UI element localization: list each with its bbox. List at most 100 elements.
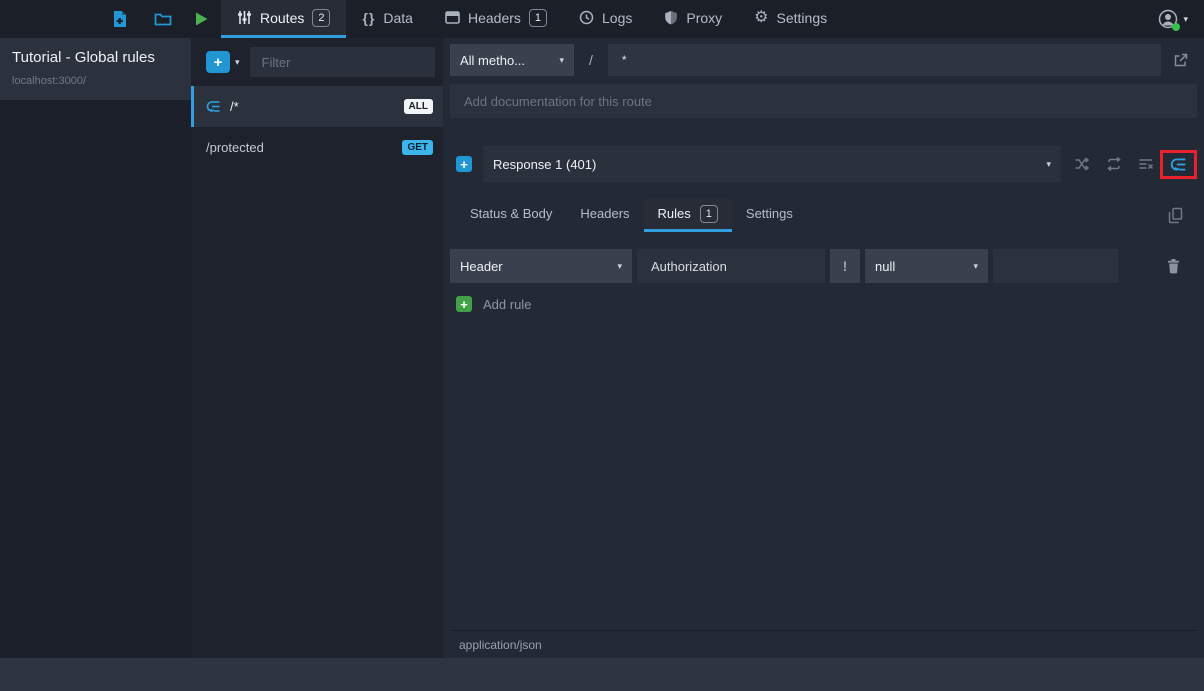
- response-tabs: Status & Body Headers Rules 1 Settings: [450, 198, 1197, 232]
- tab-response-settings-label: Settings: [746, 206, 793, 221]
- avatar: [1158, 9, 1178, 29]
- rule-value-input[interactable]: [993, 249, 1118, 283]
- response-select[interactable]: Response 1 (401) ▾: [483, 146, 1061, 182]
- trash-icon: [1166, 258, 1181, 274]
- sequential-response-button[interactable]: [1102, 152, 1126, 176]
- route-item-wildcard[interactable]: /* ALL: [191, 86, 443, 127]
- tab-routes-label: Routes: [260, 10, 304, 26]
- copy-response-button[interactable]: [1168, 207, 1183, 224]
- tab-logs-label: Logs: [602, 10, 632, 26]
- external-link-icon: [1173, 52, 1189, 68]
- add-rule-button[interactable]: +: [456, 296, 472, 312]
- documentation-row: [450, 84, 1197, 118]
- routes-count-badge: 2: [312, 9, 330, 27]
- routes-header: + ▾: [191, 38, 443, 86]
- tab-status-body[interactable]: Status & Body: [456, 198, 566, 232]
- new-environment-button[interactable]: [112, 10, 128, 28]
- add-response-button[interactable]: +: [456, 156, 472, 172]
- tab-status-body-label: Status & Body: [470, 206, 552, 221]
- chevron-down-icon: ▾: [559, 56, 564, 65]
- account-menu[interactable]: ▾: [1158, 0, 1188, 38]
- headers-count-badge: 1: [529, 9, 547, 27]
- headers-card-icon: [445, 11, 460, 24]
- routes-panel: + ▾ /* ALL /protected GET: [191, 38, 443, 658]
- editor-status-bar: application/json: [450, 630, 1197, 658]
- response-mode-buttons: [1070, 152, 1158, 176]
- rule-target-select[interactable]: Header ▾: [450, 249, 632, 283]
- route-documentation-input[interactable]: [450, 84, 1197, 118]
- route-editor-inner: All metho... ▾ / + Response 1 (401): [443, 38, 1204, 658]
- routes-sliders-icon: [237, 10, 252, 25]
- method-select-value: All metho...: [460, 53, 525, 68]
- route-method-badge: ALL: [404, 99, 433, 114]
- tab-routes[interactable]: Routes 2: [221, 0, 346, 38]
- route-editor: All metho... ▾ / + Response 1 (401): [443, 38, 1204, 658]
- path-separator: /: [589, 52, 593, 68]
- rule-operator-select[interactable]: null ▾: [865, 249, 988, 283]
- tab-headers-label: Headers: [468, 10, 521, 26]
- tab-data-label: Data: [383, 10, 413, 26]
- tab-proxy[interactable]: Proxy: [648, 0, 738, 38]
- start-server-button[interactable]: [194, 0, 209, 38]
- tab-rules[interactable]: Rules 1: [644, 198, 732, 232]
- environments-sidebar: Tutorial - Global rules localhost:3000/: [0, 38, 191, 658]
- rule-modifier-input[interactable]: [637, 249, 825, 283]
- tab-response-headers[interactable]: Headers: [566, 198, 643, 232]
- open-environment-button[interactable]: [154, 11, 172, 27]
- disable-rules-button[interactable]: [1134, 152, 1158, 176]
- folder-icon: [154, 11, 172, 27]
- tab-response-headers-label: Headers: [580, 206, 629, 221]
- add-route-button[interactable]: +: [206, 51, 230, 73]
- app-footer: [0, 658, 1204, 691]
- add-rule-row: + Add rule: [450, 296, 1197, 312]
- online-status-dot: [1172, 23, 1180, 31]
- new-file-icon: [112, 10, 128, 28]
- history-icon: [579, 10, 594, 25]
- tab-headers[interactable]: Headers 1: [429, 0, 563, 38]
- environment-item[interactable]: Tutorial - Global rules localhost:3000/: [0, 38, 191, 100]
- main-tabs: Routes 2 {} Data Headers 1 Logs Proxy: [221, 0, 843, 38]
- tab-rules-label: Rules: [658, 206, 691, 221]
- route-rules-icon: [206, 100, 221, 113]
- random-response-button[interactable]: [1070, 152, 1094, 176]
- tab-response-settings[interactable]: Settings: [732, 198, 807, 232]
- app-body: Tutorial - Global rules localhost:3000/ …: [0, 38, 1204, 658]
- play-icon: [194, 11, 209, 27]
- shuffle-icon: [1074, 156, 1090, 172]
- editor-empty-area: [450, 312, 1197, 630]
- route-path: /protected: [206, 140, 264, 155]
- tab-settings-label: Settings: [777, 10, 828, 26]
- chevron-down-icon: ▾: [617, 262, 622, 271]
- open-in-browser-button[interactable]: [1165, 52, 1197, 68]
- delete-rule-button[interactable]: [1166, 258, 1181, 274]
- repeat-icon: [1106, 156, 1122, 172]
- gear-icon: ⚙: [754, 10, 768, 26]
- rules-count-badge: 1: [700, 205, 718, 223]
- shield-icon: [664, 10, 678, 25]
- content-type-label: application/json: [459, 638, 542, 652]
- chevron-down-icon: ▾: [1046, 160, 1051, 169]
- rule-target-value: Header: [460, 259, 503, 274]
- tab-logs[interactable]: Logs: [563, 0, 648, 38]
- rule-row: Header ▾ ! null ▾: [450, 249, 1197, 283]
- route-item-protected[interactable]: /protected GET: [191, 127, 443, 168]
- copy-icon: [1168, 207, 1183, 224]
- add-rule-label[interactable]: Add rule: [483, 297, 531, 312]
- top-bar: Routes 2 {} Data Headers 1 Logs Proxy: [0, 0, 1204, 38]
- route-path-input[interactable]: [608, 44, 1161, 76]
- fallback-mode-button-highlighted[interactable]: [1160, 150, 1197, 179]
- rule-invert-button[interactable]: !: [830, 249, 860, 283]
- add-route-caret-icon[interactable]: ▾: [235, 58, 240, 67]
- tab-settings[interactable]: ⚙ Settings: [738, 0, 843, 38]
- response-select-value: Response 1 (401): [493, 157, 596, 172]
- chevron-down-icon: ▾: [973, 262, 978, 271]
- chevron-down-icon: ▾: [1183, 15, 1188, 24]
- tab-data[interactable]: {} Data: [346, 0, 428, 38]
- rules-off-icon: [1138, 156, 1154, 172]
- environment-name: Tutorial - Global rules: [12, 49, 179, 66]
- endpoint-row: All metho... ▾ /: [450, 44, 1197, 76]
- method-select[interactable]: All metho... ▾: [450, 44, 574, 76]
- environment-host: localhost:3000/: [12, 75, 179, 87]
- response-row: + Response 1 (401) ▾: [450, 146, 1197, 182]
- routes-filter-input[interactable]: [250, 47, 435, 77]
